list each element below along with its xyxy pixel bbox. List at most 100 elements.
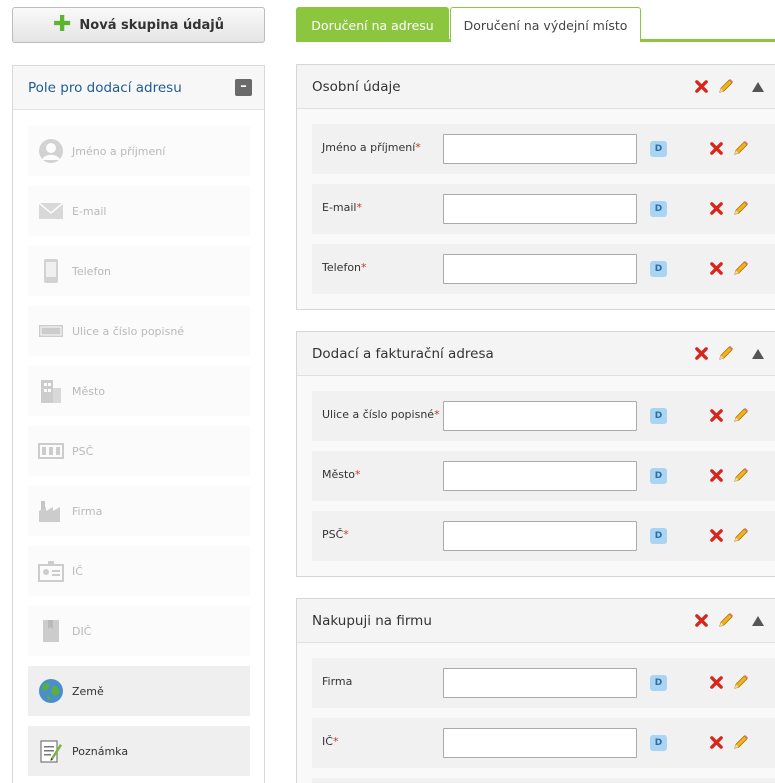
delete-icon[interactable] [709,261,724,276]
palette-item-country[interactable]: Země [28,666,250,716]
field-row: Firma D [312,658,775,708]
delete-icon[interactable] [694,346,709,361]
required-marker: * [415,141,421,154]
phone-icon [37,258,64,285]
field-label: Telefon [322,261,362,274]
delete-icon[interactable] [694,613,709,628]
palette-item-company: Firma [28,486,250,536]
palette-item-label: DIČ [72,624,92,638]
palette-item-label: IČ [72,564,83,578]
field-label: Jméno a příjmení [322,141,416,154]
pencil-icon[interactable] [732,407,749,424]
palette-item-label: Město [72,384,106,398]
delete-icon[interactable] [709,141,724,156]
default-badge[interactable]: D [650,201,667,217]
email-input[interactable] [443,194,637,224]
postcode-input[interactable] [443,521,637,551]
delete-icon[interactable] [709,201,724,216]
note-icon [37,738,64,765]
field-label: IČ [322,735,333,748]
pencil-icon[interactable] [732,734,749,751]
delete-icon[interactable] [694,79,709,94]
pencil-icon[interactable] [717,345,734,362]
palette-item-city: Město [28,366,250,416]
field-row: Ulice a číslo popisné* D [312,391,775,441]
palette-item-label: PSČ [72,444,94,458]
required-marker: * [355,468,361,481]
section-header: Nakupuji na firmu [297,599,775,643]
collapse-triangle-icon[interactable] [752,81,764,92]
postcode-icon [37,438,64,465]
pencil-icon[interactable] [717,612,734,629]
envelope-icon [37,198,64,225]
pencil-icon[interactable] [732,674,749,691]
section-header: Dodací a fakturační adresa [297,332,775,376]
delete-icon[interactable] [709,735,724,750]
plus-icon: ✚ [52,12,72,37]
new-group-label: Nová skupina údajů [79,17,225,33]
delete-icon[interactable] [709,408,724,423]
delete-icon[interactable] [709,528,724,543]
globe-icon [37,678,64,705]
default-badge[interactable]: D [650,735,667,751]
pencil-icon[interactable] [732,260,749,277]
company-id-input[interactable] [443,728,637,758]
field-label: Město [322,468,356,481]
street-input[interactable] [443,401,637,431]
collapse-button[interactable]: – [235,79,252,96]
field-palette-header: Pole pro dodací adresu – [13,66,264,110]
pencil-icon[interactable] [732,140,749,157]
tab-pickup-point[interactable]: Doručení na výdejní místo [450,7,641,42]
field-palette-panel: Pole pro dodací adresu – Jméno a příjmen… [12,65,265,783]
city-input[interactable] [443,461,637,491]
delete-icon[interactable] [709,675,724,690]
section-title: Osobní údaje [312,78,401,95]
delivery-tabs: Doručení na adresu Doručení na výdejní m… [296,7,775,42]
field-row: Město* D [312,451,775,501]
delete-icon[interactable] [709,468,724,483]
field-row-partial [312,778,775,783]
required-marker: * [434,408,440,421]
section-title: Dodací a fakturační adresa [312,345,494,362]
section-title: Nakupuji na firmu [312,612,432,629]
default-badge[interactable]: D [650,141,667,157]
default-badge[interactable]: D [650,408,667,424]
palette-item-label: E-mail [72,204,107,218]
phone-input[interactable] [443,254,637,284]
pencil-icon[interactable] [717,78,734,95]
pencil-icon[interactable] [732,200,749,217]
required-marker: * [343,528,349,541]
field-row: Jméno a příjmení* D [312,124,775,174]
field-label: PSČ [322,528,344,541]
new-group-button[interactable]: ✚ Nová skupina údajů [12,7,265,43]
palette-item-label: Země [72,684,104,698]
pencil-icon[interactable] [732,527,749,544]
field-label: Ulice a číslo popisné [322,408,435,421]
field-row: PSČ* D [312,511,775,561]
palette-item-vat-id: DIČ [28,606,250,656]
building-icon [37,378,64,405]
section-company: Nakupuji na firmu Firma D IČ* D [296,598,775,783]
field-row: IČ* D [312,718,775,768]
person-icon [37,138,64,165]
collapse-triangle-icon[interactable] [752,615,764,626]
default-badge[interactable]: D [650,468,667,484]
field-palette-title: Pole pro dodací adresu [28,79,182,96]
default-badge[interactable]: D [650,528,667,544]
field-row: Telefon* D [312,244,775,294]
pencil-icon[interactable] [732,467,749,484]
default-badge[interactable]: D [650,675,667,691]
palette-item-company-id: IČ [28,546,250,596]
field-row: E-mail* D [312,184,775,234]
company-input[interactable] [443,668,637,698]
palette-item-label: Jméno a příjmení [72,144,166,158]
tab-home-delivery[interactable]: Doručení na adresu [296,7,449,42]
factory-icon [37,498,64,525]
book-icon [37,618,64,645]
palette-item-label: Poznámka [72,744,129,758]
collapse-triangle-icon[interactable] [752,348,764,359]
palette-item-note[interactable]: Poznámka [28,726,250,776]
default-badge[interactable]: D [650,261,667,277]
name-input[interactable] [443,134,637,164]
palette-item-street: Ulice a číslo popisné [28,306,250,356]
